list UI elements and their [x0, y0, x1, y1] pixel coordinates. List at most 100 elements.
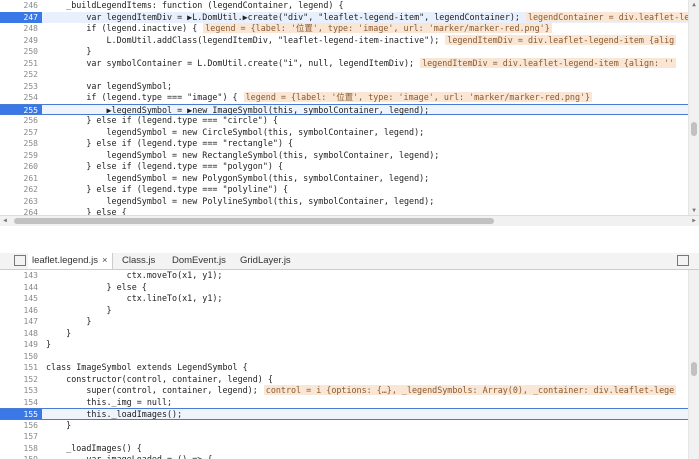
- scroll-up-arrow-icon[interactable]: ▲: [689, 0, 699, 10]
- line-number[interactable]: 260: [0, 161, 42, 173]
- line-number[interactable]: 248: [0, 23, 42, 35]
- code-line[interactable]: 263 legendSymbol = new PolylineSymbol(th…: [0, 196, 689, 208]
- code-line[interactable]: 253 var legendSymbol;: [0, 81, 689, 93]
- line-number[interactable]: 148: [0, 328, 42, 340]
- line-number[interactable]: 158: [0, 443, 42, 455]
- line-number[interactable]: 150: [0, 351, 42, 363]
- line-number[interactable]: 144: [0, 282, 42, 294]
- line-number[interactable]: 143: [0, 270, 42, 282]
- top-horizontal-scrollbar[interactable]: ◀ ▶: [0, 215, 699, 226]
- line-number[interactable]: 146: [0, 305, 42, 317]
- code-line[interactable]: 254 if (legend.type === "image") {legend…: [0, 92, 689, 104]
- code-content: _loadImages() {: [46, 442, 142, 453]
- code-line[interactable]: 248 if (legend.inactive) {legend = {labe…: [0, 23, 689, 35]
- code-content: legendSymbol = new PolygonSymbol(this, s…: [46, 172, 430, 183]
- code-line[interactable]: 258 } else if (legend.type === "rectangl…: [0, 138, 689, 150]
- top-vertical-scroll-thumb[interactable]: [691, 122, 697, 136]
- code-line[interactable]: 150: [0, 351, 689, 363]
- code-line[interactable]: 147 }: [0, 316, 689, 328]
- top-horizontal-scroll-thumb[interactable]: [14, 218, 494, 224]
- line-number[interactable]: 156: [0, 420, 42, 432]
- close-icon[interactable]: ×: [102, 255, 108, 266]
- line-number[interactable]: 261: [0, 173, 42, 185]
- line-number[interactable]: 154: [0, 397, 42, 409]
- line-number[interactable]: 249: [0, 35, 42, 47]
- line-number[interactable]: 151: [0, 362, 42, 374]
- code-line[interactable]: 148 }: [0, 328, 689, 340]
- code-content: var legendSymbol;: [46, 80, 173, 91]
- code-line[interactable]: 151 class ImageSymbol extends LegendSymbo…: [0, 362, 689, 374]
- code-line[interactable]: 145 ctx.lineTo(x1, y1);: [0, 293, 689, 305]
- tab-Class-js[interactable]: Class.js: [118, 253, 159, 269]
- code-line[interactable]: 158 _loadImages() {: [0, 443, 689, 455]
- line-number[interactable]: 262: [0, 184, 42, 196]
- code-line[interactable]: 260 } else if (legend.type === "polygon"…: [0, 161, 689, 173]
- line-number[interactable]: 259: [0, 150, 42, 162]
- code-line[interactable]: 250 }: [0, 46, 689, 58]
- line-number[interactable]: 157: [0, 431, 42, 443]
- code-content: legendSymbol = new CircleSymbol(this, sy…: [46, 126, 425, 137]
- line-number[interactable]: 263: [0, 196, 42, 208]
- line-number[interactable]: 247: [0, 11, 42, 23]
- code-line[interactable]: 153 super(control, container, legend); co…: [0, 385, 689, 397]
- code-line[interactable]: 159 var imageLoaded = () => {: [0, 454, 689, 459]
- line-number[interactable]: 252: [0, 69, 42, 81]
- tab-label: Class.js: [122, 255, 156, 266]
- code-content: ctx.lineTo(x1, y1);: [46, 293, 223, 303]
- line-number[interactable]: 253: [0, 81, 42, 93]
- bottom-code-editor[interactable]: 143 ctx.moveTo(x1, y1); 144 } else {145 c…: [0, 270, 699, 459]
- tab-DomEvent-js[interactable]: DomEvent.js: [168, 253, 230, 269]
- toggle-navigator-icon[interactable]: [14, 255, 26, 266]
- code-line[interactable]: 146 }: [0, 305, 689, 317]
- line-number[interactable]: 155: [0, 409, 42, 419]
- line-number[interactable]: 159: [0, 454, 42, 459]
- code-line[interactable]: 249 L.DomUtil.addClass(legendItemDiv, "l…: [0, 34, 689, 47]
- code-content: var symbolContainer = L.DomUtil.create("…: [46, 57, 415, 68]
- code-line[interactable]: 251 var symbolContainer = L.DomUtil.crea…: [0, 57, 689, 70]
- code-line[interactable]: 152 constructor(control, container, lege…: [0, 374, 689, 386]
- code-line[interactable]: 261 legendSymbol = new PolygonSymbol(thi…: [0, 173, 689, 185]
- line-number[interactable]: 145: [0, 293, 42, 305]
- code-line[interactable]: 156 }: [0, 420, 689, 432]
- code-line[interactable]: 143 ctx.moveTo(x1, y1);: [0, 270, 689, 282]
- line-number[interactable]: 258: [0, 138, 42, 150]
- code-line[interactable]: 255 ▶legendSymbol = ▶new ImageSymbol(thi…: [0, 103, 689, 115]
- line-number[interactable]: 257: [0, 127, 42, 139]
- tab-leaflet-legend-js[interactable]: leaflet.legend.js ×: [28, 253, 113, 269]
- line-number[interactable]: 147: [0, 316, 42, 328]
- inline-debug-value: legendContainer = div.leaflet-le: [525, 11, 692, 22]
- code-line[interactable]: 257 legendSymbol = new CircleSymbol(this…: [0, 127, 689, 139]
- scroll-left-arrow-icon[interactable]: ◀: [0, 216, 10, 226]
- code-line[interactable]: 252: [0, 69, 689, 81]
- code-line[interactable]: 256 } else if (legend.type === "circle")…: [0, 115, 689, 127]
- scroll-right-arrow-icon[interactable]: ▶: [689, 216, 699, 226]
- line-number[interactable]: 149: [0, 339, 42, 351]
- line-number[interactable]: 254: [0, 92, 42, 104]
- line-number[interactable]: 246: [0, 0, 42, 12]
- tab-label: leaflet.legend.js: [32, 255, 99, 266]
- code-content: ctx.moveTo(x1, y1);: [46, 270, 223, 280]
- line-number[interactable]: 251: [0, 58, 42, 70]
- toggle-debugger-icon[interactable]: [677, 255, 689, 266]
- code-line[interactable]: 157: [0, 431, 689, 443]
- line-number[interactable]: 250: [0, 46, 42, 58]
- code-line[interactable]: 259 legendSymbol = new RectangleSymbol(t…: [0, 150, 689, 162]
- top-code-editor[interactable]: 246 _buildLegendItems: function (legendC…: [0, 0, 699, 226]
- code-line[interactable]: 149}: [0, 339, 689, 351]
- line-number[interactable]: 152: [0, 374, 42, 386]
- code-text: }: [46, 339, 51, 351]
- code-line[interactable]: 144 } else {: [0, 282, 689, 294]
- bottom-vertical-scrollbar[interactable]: [688, 270, 699, 459]
- top-vertical-scrollbar[interactable]: ▲ ▼: [688, 0, 699, 216]
- code-line[interactable]: 246 _buildLegendItems: function (legendC…: [0, 0, 689, 12]
- code-line[interactable]: 154 this._img = null;: [0, 397, 689, 409]
- line-number[interactable]: 255: [0, 104, 42, 115]
- code-text: ctx.lineTo(x1, y1);: [46, 293, 223, 305]
- line-number[interactable]: 153: [0, 385, 42, 397]
- code-line[interactable]: 262 } else if (legend.type === "polyline…: [0, 184, 689, 196]
- tab-GridLayer-js[interactable]: GridLayer.js: [236, 253, 295, 269]
- bottom-vertical-scroll-thumb[interactable]: [691, 362, 697, 376]
- code-line[interactable]: 247 var legendItemDiv = ▶L.DomUtil.▶crea…: [0, 11, 692, 23]
- code-line[interactable]: 155 this._loadImages();: [0, 408, 689, 420]
- line-number[interactable]: 256: [0, 115, 42, 127]
